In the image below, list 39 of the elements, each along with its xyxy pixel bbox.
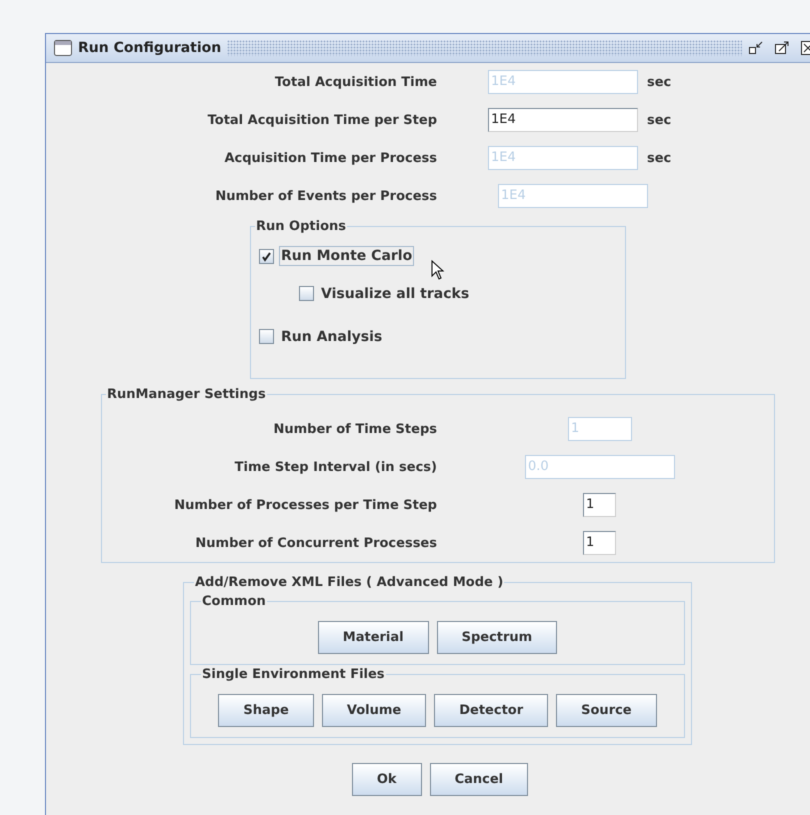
field-label: Number of Time Steps <box>272 422 437 436</box>
unit-label: sec <box>647 112 672 128</box>
group-title: RunManager Settings <box>106 387 267 402</box>
group-title: Common <box>201 594 267 609</box>
field-label: Acquisition Time per Process <box>223 150 437 166</box>
maximize-icon[interactable] <box>774 41 790 55</box>
file-button[interactable]: Detector <box>434 694 548 727</box>
field-label: Time Step Interval (in secs) <box>234 460 437 474</box>
group-title: Single Environment Files <box>201 667 386 682</box>
unit-label: sec <box>647 150 672 166</box>
checkbox[interactable] <box>259 329 274 344</box>
file-button[interactable]: Volume <box>322 694 426 727</box>
group-title: Add/Remove XML Files ( Advanced Mode ) <box>194 575 504 590</box>
checkbox-label[interactable]: Visualize all tracks <box>319 284 472 304</box>
close-icon[interactable] <box>800 40 810 56</box>
dialog-button[interactable]: Ok <box>352 763 422 796</box>
field-label: Total Acquisition Time per Step <box>206 112 437 128</box>
field-label: Number of Events per Process <box>214 188 437 204</box>
dialog-button[interactable]: Cancel <box>430 763 528 796</box>
file-button[interactable]: Spectrum <box>436 621 558 654</box>
window-title: Run Configuration <box>78 40 222 56</box>
text-field[interactable]: 1 <box>583 493 616 517</box>
checkbox-label[interactable]: Run Monte Carlo <box>279 246 414 266</box>
unit-label: sec <box>647 74 672 90</box>
window-icon <box>54 40 72 56</box>
file-button[interactable]: Material <box>318 621 429 654</box>
file-button[interactable]: Source <box>556 694 657 727</box>
field-label: Number of Processes per Time Step <box>173 498 437 512</box>
text-field[interactable]: 1E4 <box>488 108 638 132</box>
checkbox[interactable] <box>299 286 314 301</box>
checkbox-label[interactable]: Run Analysis <box>279 326 384 346</box>
group-title: Run Options <box>255 219 347 234</box>
file-button[interactable]: Shape <box>218 694 314 727</box>
minimize-icon[interactable] <box>748 41 764 55</box>
mouse-cursor-icon <box>431 260 445 280</box>
text-field[interactable]: 1 <box>583 531 616 555</box>
field-label: Number of Concurrent Processes <box>194 536 437 550</box>
field-label: Total Acquisition Time <box>274 74 437 90</box>
checkbox[interactable] <box>259 248 274 264</box>
